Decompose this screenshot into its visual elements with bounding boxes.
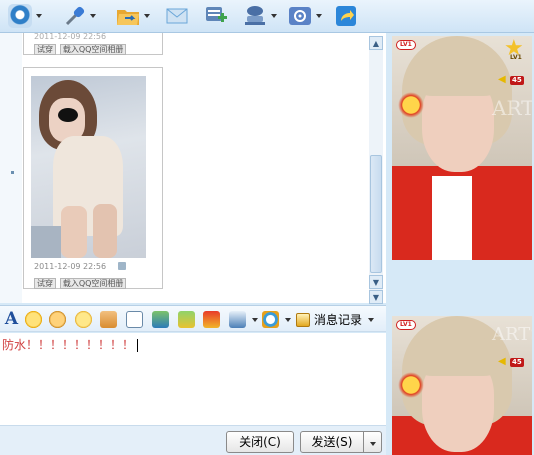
send-options-button[interactable] (363, 431, 382, 453)
scroll-down-button-2[interactable]: ▼ (369, 290, 383, 304)
qq-pay-icon[interactable] (262, 311, 279, 328)
scroll-down-button[interactable]: ▼ (369, 275, 383, 289)
try-on-button[interactable]: 试穿 (34, 44, 56, 55)
chevron-down-icon: ▼ (372, 292, 380, 302)
chevron-down-icon[interactable] (285, 318, 291, 322)
avatar-watermark: ARTS (492, 96, 532, 120)
try-on-button[interactable]: 试穿 (34, 278, 56, 289)
photo-card-previous: 2011-12-09 22:56 试穿 载入QQ空间相册 (23, 32, 163, 55)
photo-timestamp: 2011-12-09 22:56 (34, 32, 107, 41)
chevron-down-icon[interactable] (90, 14, 96, 18)
emoticon-icon[interactable] (25, 311, 42, 328)
chevron-down-icon[interactable] (144, 14, 150, 18)
chevron-down-icon: ▼ (372, 277, 380, 287)
level-badge: LV1 (396, 320, 416, 330)
sticker-icon (398, 92, 424, 118)
microphone-icon (62, 4, 86, 28)
gift-icon[interactable] (203, 311, 220, 328)
share-arrow-icon (334, 4, 358, 28)
speaker-icon[interactable]: ◀ (498, 357, 508, 367)
voice-message-icon[interactable] (100, 311, 117, 328)
scroll-thumb[interactable] (370, 155, 382, 273)
avatar-watermark: ARTS (492, 324, 532, 345)
message-history-label: 消息记录 (314, 313, 363, 327)
shared-photo[interactable] (31, 76, 146, 258)
shake-icon[interactable] (75, 311, 92, 328)
count-badge: 45 (510, 358, 524, 367)
import-qzone-album-button[interactable]: 载入QQ空间相册 (59, 44, 127, 55)
sticker-icon (398, 372, 424, 398)
history-icon (296, 312, 310, 327)
image-icon[interactable] (152, 311, 169, 328)
chevron-down-icon[interactable] (36, 14, 42, 18)
message-history-button[interactable]: 消息记录 (296, 310, 375, 329)
margin-dot (11, 171, 14, 174)
chevron-down-icon[interactable] (252, 318, 258, 322)
file-transfer-button[interactable] (116, 4, 150, 28)
chevron-down-icon (369, 442, 376, 446)
mail-button[interactable] (165, 4, 189, 28)
font-button[interactable]: A (3, 311, 20, 328)
mail-icon (165, 4, 189, 28)
music-icon[interactable] (178, 311, 195, 328)
send-button[interactable]: 发送(S) (300, 431, 364, 453)
star-level: LV1 (510, 54, 522, 61)
chat-left-margin (0, 33, 22, 303)
chevron-down-icon[interactable] (316, 14, 322, 18)
photo-card: 2011-12-09 22:56 试穿 载入QQ空间相册 (23, 67, 163, 289)
chevron-down-icon (368, 317, 375, 322)
photo-timestamp: 2011-12-09 22:56 (34, 262, 107, 271)
doodle-icon[interactable] (126, 311, 143, 328)
app-settings-icon (288, 4, 312, 28)
video-call-icon (8, 4, 32, 28)
speaker-icon[interactable]: ◀ (498, 75, 508, 85)
input-text: 防水！！！！！！！！！ (2, 338, 135, 352)
import-qzone-album-button[interactable]: 载入QQ空间相册 (59, 278, 127, 289)
voice-call-button[interactable] (62, 4, 96, 28)
video-call-button[interactable] (8, 4, 42, 28)
chevron-up-icon: ▲ (372, 38, 380, 48)
magic-emoticon-icon[interactable] (49, 311, 66, 328)
my-show-avatar[interactable]: ARTS LV1 ◀ 45 (392, 316, 532, 455)
chevron-down-icon[interactable] (271, 14, 277, 18)
folder-transfer-icon (116, 4, 140, 28)
level-badge: LV1 (396, 40, 416, 50)
count-badge: 45 (510, 76, 524, 85)
remote-assist-button[interactable] (243, 4, 277, 28)
share-button[interactable] (334, 4, 358, 28)
add-chat-icon (204, 4, 228, 28)
photo-small-icon (118, 262, 126, 270)
format-toolbar: A 消息记录 (0, 305, 386, 332)
text-cursor (137, 339, 139, 352)
friend-show-avatar[interactable]: ARTS LV1 ★ LV1 ◀ 45 (392, 36, 532, 260)
app-settings-button[interactable] (288, 4, 322, 28)
close-button[interactable]: 关闭(C) (226, 431, 294, 453)
create-group-button[interactable] (204, 4, 228, 28)
remote-assist-icon (243, 4, 267, 28)
scroll-up-button[interactable]: ▲ (369, 36, 383, 50)
top-toolbar (0, 0, 534, 33)
screenshot-icon[interactable] (229, 311, 246, 328)
